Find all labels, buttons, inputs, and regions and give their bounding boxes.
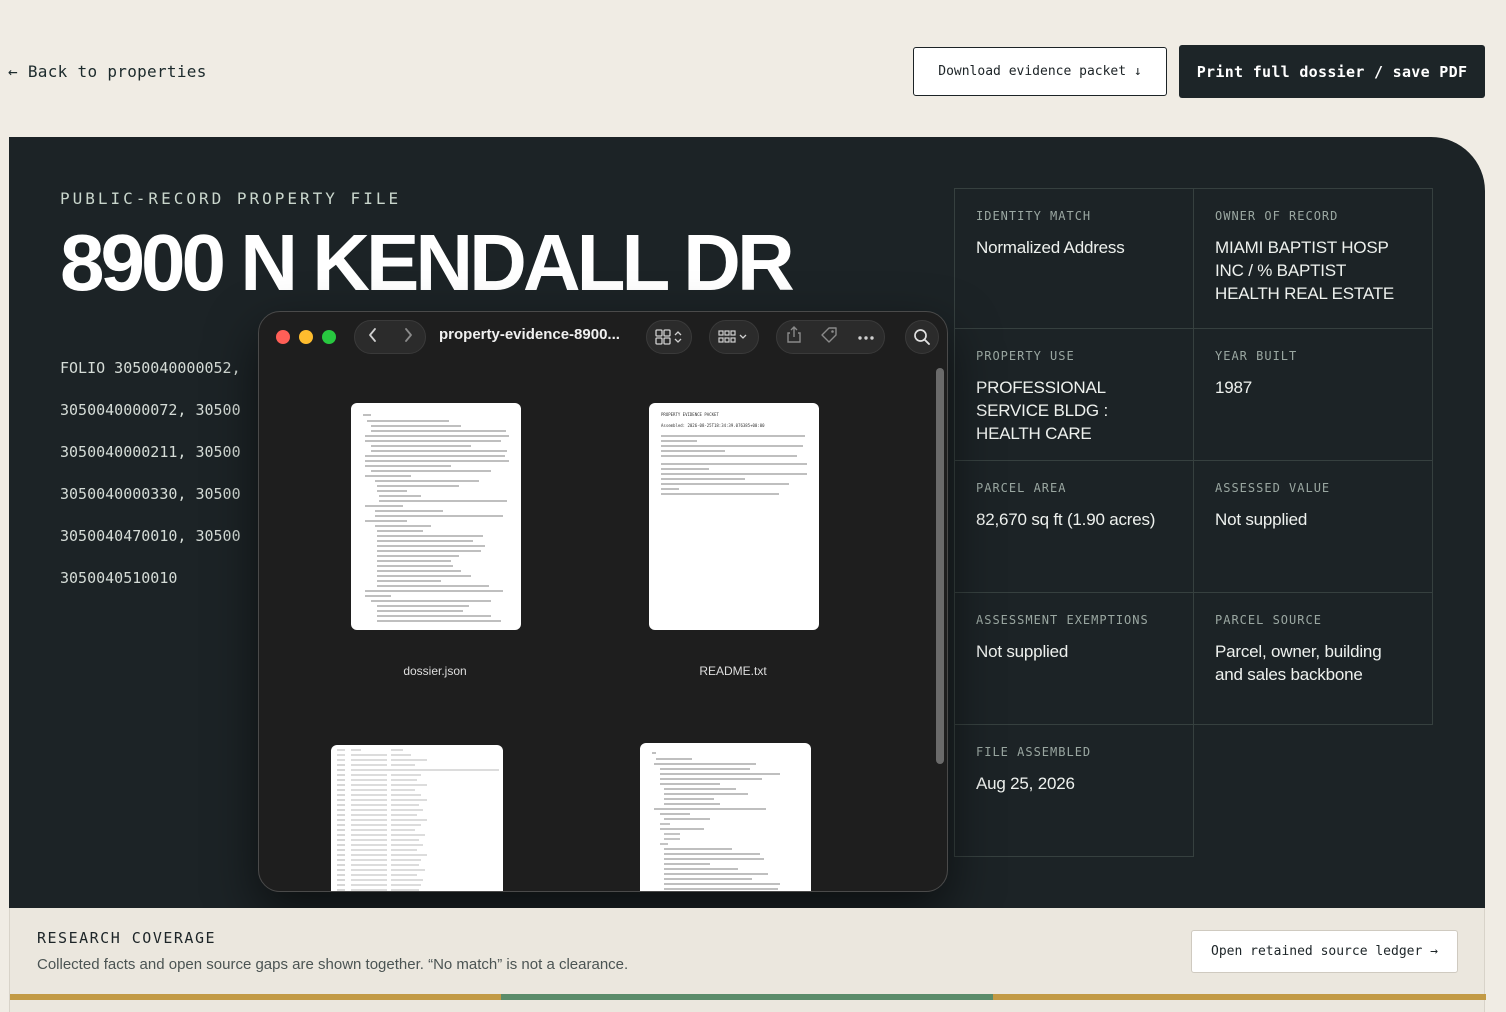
close-window-button[interactable] bbox=[276, 330, 290, 344]
coverage-bar-segment bbox=[993, 994, 1486, 1000]
grid-view-icon[interactable] bbox=[646, 320, 692, 354]
fact-parcel-area: PARCEL AREA 82,670 sq ft (1.90 acres) bbox=[954, 460, 1194, 593]
more-icon[interactable] bbox=[857, 328, 875, 346]
action-buttons bbox=[776, 320, 885, 354]
fact-label: IDENTITY MATCH bbox=[976, 209, 1092, 223]
fact-value: Normalized Address bbox=[976, 238, 1125, 257]
finder-window: property-evidence-8900... dossier.json P… bbox=[258, 311, 948, 892]
fact-owner-of-record: OWNER OF RECORD MIAMI BAPTIST HOSP INC /… bbox=[1193, 188, 1433, 329]
fact-parcel-source: PARCEL SOURCE Parcel, owner, building an… bbox=[1193, 592, 1433, 725]
fact-value: Aug 25, 2026 bbox=[976, 774, 1075, 793]
scrollbar-thumb[interactable] bbox=[936, 368, 944, 764]
fact-property-use: PROPERTY USE PROFESSIONAL SERVICE BLDG :… bbox=[954, 328, 1194, 461]
search-icon[interactable] bbox=[905, 320, 939, 354]
download-evidence-button[interactable]: Download evidence packet ↓ bbox=[913, 47, 1167, 96]
fact-value: Parcel, owner, building and sales backbo… bbox=[1215, 642, 1382, 684]
file-thumbnail[interactable] bbox=[331, 745, 503, 891]
hero-eyebrow: PUBLIC-RECORD PROPERTY FILE bbox=[60, 189, 402, 208]
nav-buttons bbox=[354, 320, 426, 354]
fact-value: PROFESSIONAL SERVICE BLDG : HEALTH CARE bbox=[976, 378, 1108, 443]
open-source-ledger-button[interactable]: Open retained source ledger → bbox=[1191, 930, 1458, 973]
forward-chevron-icon[interactable] bbox=[402, 327, 414, 348]
fact-value: 82,670 sq ft (1.90 acres) bbox=[976, 510, 1156, 529]
zoom-window-button[interactable] bbox=[322, 330, 336, 344]
coverage-title: RESEARCH COVERAGE bbox=[37, 929, 217, 947]
back-to-properties-link[interactable]: ← Back to properties bbox=[8, 62, 207, 81]
file-name: README.txt bbox=[699, 664, 767, 678]
fact-year-built: YEAR BUILT 1987 bbox=[1193, 328, 1433, 461]
fact-value: Not supplied bbox=[1215, 510, 1308, 529]
tag-icon[interactable] bbox=[820, 326, 838, 349]
fact-label: OWNER OF RECORD bbox=[1215, 209, 1339, 223]
file-thumbnail[interactable]: PROPERTY EVIDENCE PACKET Assembled: 2026… bbox=[649, 403, 819, 630]
print-dossier-button[interactable]: Print full dossier / save PDF bbox=[1179, 45, 1485, 98]
group-icon[interactable] bbox=[709, 320, 759, 354]
coverage-bar-segment bbox=[501, 994, 993, 1000]
coverage-subtitle: Collected facts and open source gaps are… bbox=[37, 956, 629, 973]
fact-label: YEAR BUILT bbox=[1215, 349, 1298, 363]
fact-label: FILE ASSEMBLED bbox=[976, 745, 1092, 759]
readme-preview-heading: PROPERTY EVIDENCE PACKET bbox=[661, 412, 719, 417]
minimize-window-button[interactable] bbox=[299, 330, 313, 344]
share-icon[interactable] bbox=[786, 325, 802, 349]
fact-value: MIAMI BAPTIST HOSP INC / % BAPTIST HEALT… bbox=[1215, 238, 1395, 303]
coverage-bar-segment bbox=[10, 994, 501, 1000]
file-thumbnail[interactable] bbox=[640, 743, 811, 891]
file-name: dossier.json bbox=[403, 664, 467, 678]
research-coverage: RESEARCH COVERAGE Collected facts and op… bbox=[9, 908, 1486, 1012]
fact-value: Not supplied bbox=[976, 642, 1069, 661]
fact-assessment-exemptions: ASSESSMENT EXEMPTIONS Not supplied bbox=[954, 592, 1194, 725]
property-address: 8900 N KENDALL DR bbox=[60, 218, 795, 307]
readme-preview-assembled: Assembled: 2026-08-25T18:34:39.076385+00… bbox=[661, 423, 765, 428]
fact-label: PARCEL SOURCE bbox=[1215, 613, 1322, 627]
back-chevron-icon[interactable] bbox=[367, 327, 379, 348]
fact-label: PARCEL AREA bbox=[976, 481, 1067, 495]
window-title: property-evidence-8900... bbox=[439, 326, 620, 343]
fact-value: 1987 bbox=[1215, 378, 1253, 397]
fact-label: ASSESSED VALUE bbox=[1215, 481, 1331, 495]
fact-file-assembled: FILE ASSEMBLED Aug 25, 2026 bbox=[954, 724, 1194, 857]
fact-identity-match: IDENTITY MATCH Normalized Address bbox=[954, 188, 1194, 329]
fact-label: ASSESSMENT EXEMPTIONS bbox=[976, 613, 1149, 627]
fact-assessed-value: ASSESSED VALUE Not supplied bbox=[1193, 460, 1433, 593]
file-thumbnail[interactable] bbox=[351, 403, 521, 630]
fact-label: PROPERTY USE bbox=[976, 349, 1075, 363]
